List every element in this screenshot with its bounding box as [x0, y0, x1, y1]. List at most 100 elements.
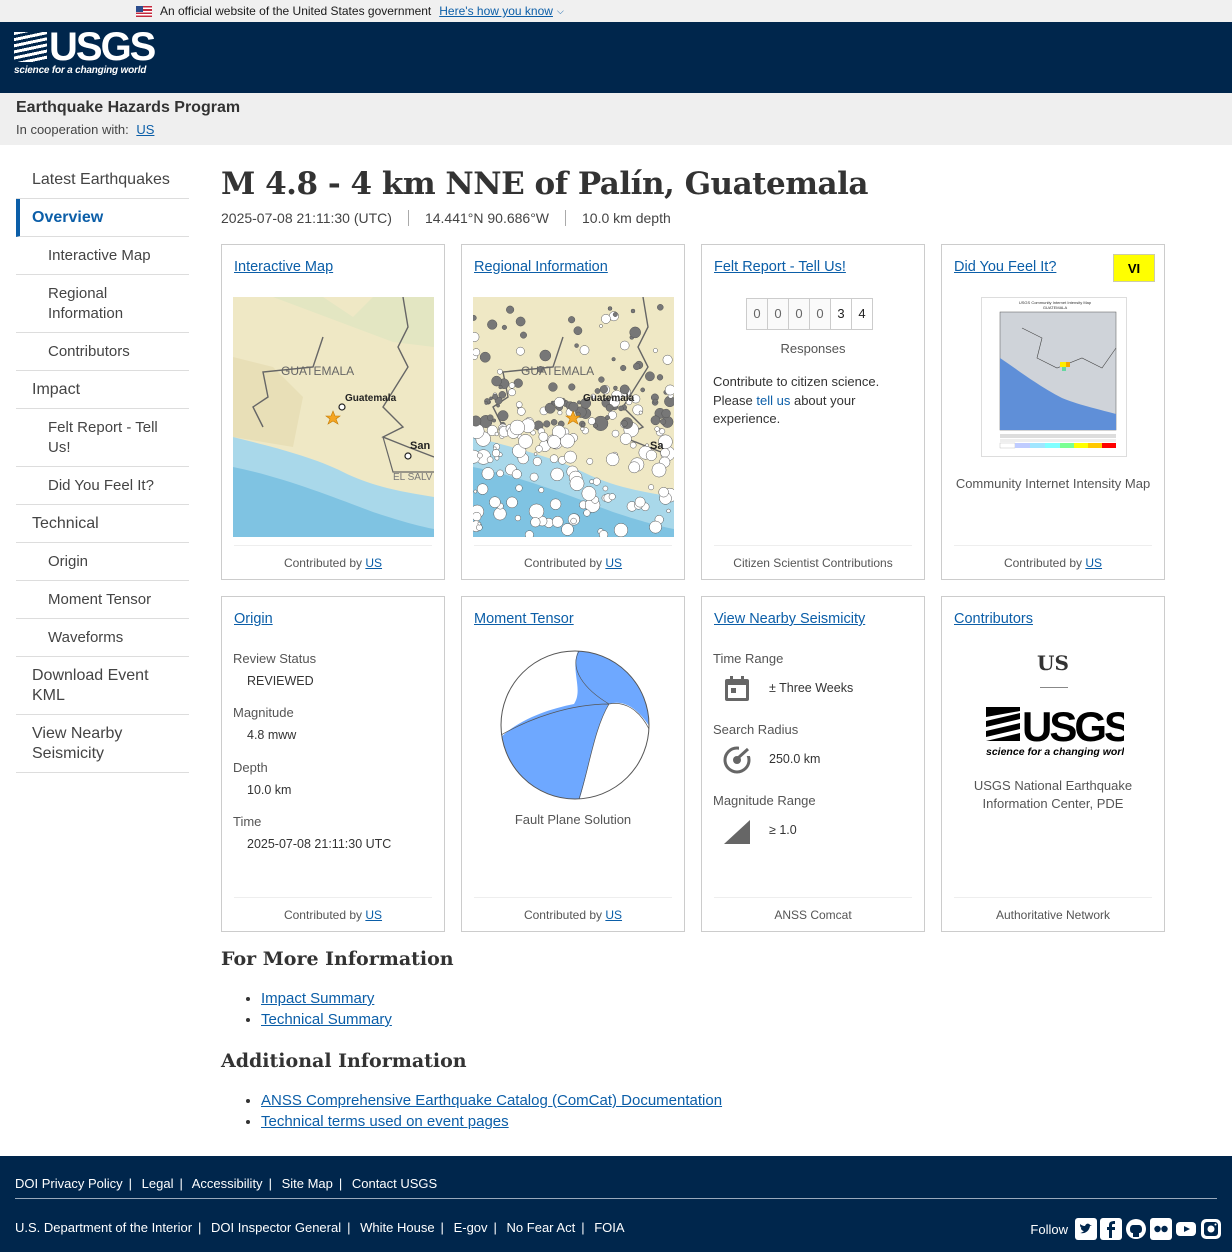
seismicity-event-marker — [535, 445, 543, 453]
card-title-felt-report[interactable]: Felt Report - Tell Us! — [714, 259, 846, 275]
footer-link-inspector[interactable]: DOI Inspector General — [211, 1220, 341, 1235]
card-title-moment-tensor[interactable]: Moment Tensor — [474, 611, 574, 627]
card-interactive-map[interactable]: Interactive Map GUATEMALA Guatemala San — [221, 244, 445, 580]
nav-did-you-feel-it[interactable]: Did You Feel It? — [16, 467, 189, 505]
seismicity-event-marker — [473, 348, 481, 357]
card-felt-report[interactable]: Felt Report - Tell Us! 0 0 0 0 3 4 Respo… — [701, 244, 925, 580]
chevron-down-icon[interactable]: ⌵ — [557, 6, 564, 17]
youtube-icon[interactable] — [1175, 1218, 1197, 1240]
footer-link-privacy[interactable]: DOI Privacy Policy — [15, 1176, 123, 1191]
footer-link-foia[interactable]: FOIA — [594, 1220, 624, 1235]
seismicity-event-marker — [652, 398, 658, 404]
contributor-link[interactable]: US — [605, 908, 622, 922]
footer-link-doi[interactable]: U.S. Department of the Interior — [15, 1220, 192, 1235]
tell-us-link[interactable]: tell us — [756, 393, 790, 408]
card-origin[interactable]: Origin Review Status REVIEWED Magnitude … — [221, 596, 445, 932]
footer-link-sitemap[interactable]: Site Map — [282, 1176, 333, 1191]
contributor-link[interactable]: US — [365, 908, 382, 922]
event-depth: 10.0 km depth — [565, 210, 687, 226]
contributed-by-label: Contributed by — [523, 908, 603, 922]
seismicity-event-marker — [618, 405, 624, 412]
seismicity-event-marker — [538, 487, 545, 493]
footer-link-accessibility[interactable]: Accessibility — [192, 1176, 263, 1191]
nav-technical[interactable]: Technical — [16, 505, 189, 543]
card-title-origin[interactable]: Origin — [234, 611, 273, 627]
card-title-interactive-map[interactable]: Interactive Map — [234, 259, 333, 275]
instagram-icon[interactable] — [1200, 1218, 1222, 1240]
twitter-icon[interactable] — [1075, 1218, 1097, 1240]
seismicity-event-marker — [473, 314, 477, 321]
cdi-map-thumbnail[interactable]: USGS Community Internet Intensity Map GU… — [981, 297, 1127, 457]
technical-terms-link[interactable]: Technical terms used on event pages — [261, 1113, 509, 1130]
card-title-dyfi[interactable]: Did You Feel It? — [954, 259, 1056, 275]
seismicity-event-marker — [640, 387, 646, 393]
calendar-icon — [725, 676, 749, 701]
nav-origin[interactable]: Origin — [16, 543, 189, 581]
seismicity-event-marker — [513, 378, 523, 388]
seismicity-event-marker — [473, 415, 482, 427]
fault-plane-caption: Fault Plane Solution — [514, 812, 632, 827]
how-you-know-link[interactable]: Here's how you know — [439, 4, 553, 18]
facebook-icon[interactable] — [1100, 1218, 1122, 1240]
nav-overview[interactable]: Overview — [16, 199, 189, 237]
beachball-diagram[interactable] — [499, 649, 651, 801]
card-nearby-seismicity[interactable]: View Nearby Seismicity Time Range ± Thre… — [701, 596, 925, 932]
contrib-logo-tagline: science for a changing world — [986, 746, 1124, 758]
felt-report-text: Contribute to citizen science. Please te… — [713, 373, 914, 429]
card-contributors[interactable]: Contributors US USGS science for a chang… — [941, 596, 1165, 932]
regional-label-city-guatemala: Guatemala — [583, 393, 635, 404]
github-icon[interactable] — [1125, 1218, 1147, 1240]
flickr-icon[interactable] — [1150, 1218, 1172, 1240]
nav-nearby-seismicity[interactable]: View Nearby Seismicity — [16, 715, 189, 773]
card-foot-interactive-map: Contributed by US — [234, 545, 432, 579]
footer-link-legal[interactable]: Legal — [142, 1176, 174, 1191]
time-range-value: ± Three Weeks — [769, 681, 854, 695]
radius-target-icon — [723, 745, 752, 774]
seismicity-event-marker — [619, 340, 630, 351]
technical-summary-link[interactable]: Technical Summary — [261, 1011, 392, 1028]
nav-felt-report[interactable]: Felt Report - Tell Us! — [16, 409, 189, 467]
seismicity-event-marker — [494, 431, 499, 437]
nav-download-kml[interactable]: Download Event KML — [16, 657, 189, 715]
card-did-you-feel-it[interactable]: Did You Feel It? VI USGS Community Inter… — [941, 244, 1165, 580]
usgs-logo[interactable]: USGS science for a changing world — [14, 27, 156, 76]
interactive-map-thumbnail[interactable]: GUATEMALA Guatemala San EL SALV — [233, 297, 434, 537]
cdi-heading-2: GUATEMALA — [1043, 305, 1068, 310]
footer-link-nofear[interactable]: No Fear Act — [507, 1220, 576, 1235]
seismicity-event-marker — [598, 376, 605, 383]
card-foot-felt-report: Citizen Scientist Contributions — [714, 545, 912, 579]
response-counter: 0 0 0 0 3 4 — [746, 298, 873, 330]
nav-interactive-map[interactable]: Interactive Map — [16, 237, 189, 275]
comcat-docs-link[interactable]: ANSS Comprehensive Earthquake Catalog (C… — [261, 1092, 722, 1109]
impact-summary-link[interactable]: Impact Summary — [261, 990, 374, 1007]
seismicity-event-marker — [579, 345, 590, 355]
nav-regional-information[interactable]: Regional Information — [16, 275, 189, 333]
card-moment-tensor[interactable]: Moment Tensor Fault Plane Solution Contr… — [461, 596, 685, 932]
card-regional-information[interactable]: Regional Information GUATEMALA Guatemala… — [461, 244, 685, 580]
contributor-link[interactable]: US — [365, 556, 382, 570]
footer-link-egov[interactable]: E-gov — [454, 1220, 488, 1235]
footer-link-whitehouse[interactable]: White House — [360, 1220, 434, 1235]
seismicity-event-marker — [599, 385, 608, 394]
counter-digit: 0 — [746, 298, 768, 330]
seismicity-event-marker — [520, 331, 527, 339]
seismicity-event-marker — [515, 401, 523, 408]
card-title-contributors[interactable]: Contributors — [954, 611, 1033, 627]
footer-link-contact[interactable]: Contact USGS — [352, 1176, 437, 1191]
nav-waveforms[interactable]: Waveforms — [16, 619, 189, 657]
nav-contributors[interactable]: Contributors — [16, 333, 189, 371]
nav-latest-earthquakes[interactable]: Latest Earthquakes — [16, 161, 189, 199]
contributor-link[interactable]: US — [1085, 556, 1102, 570]
regional-map-thumbnail[interactable]: GUATEMALA Guatemala Sa — [473, 297, 674, 537]
regional-label-city-sa: Sa — [650, 440, 664, 452]
nav-moment-tensor[interactable]: Moment Tensor — [16, 581, 189, 619]
nav-impact[interactable]: Impact — [16, 371, 189, 409]
card-title-nearby-seismicity[interactable]: View Nearby Seismicity — [714, 611, 865, 627]
card-title-regional-information[interactable]: Regional Information — [474, 259, 608, 275]
usgs-logo-tagline: science for a changing world — [14, 65, 147, 76]
contributor-link[interactable]: US — [605, 556, 622, 570]
card-foot-origin: Contributed by US — [234, 897, 432, 931]
cooperation-link[interactable]: US — [136, 122, 154, 137]
seismicity-event-marker — [549, 454, 559, 463]
seismicity-event-marker — [621, 420, 628, 427]
